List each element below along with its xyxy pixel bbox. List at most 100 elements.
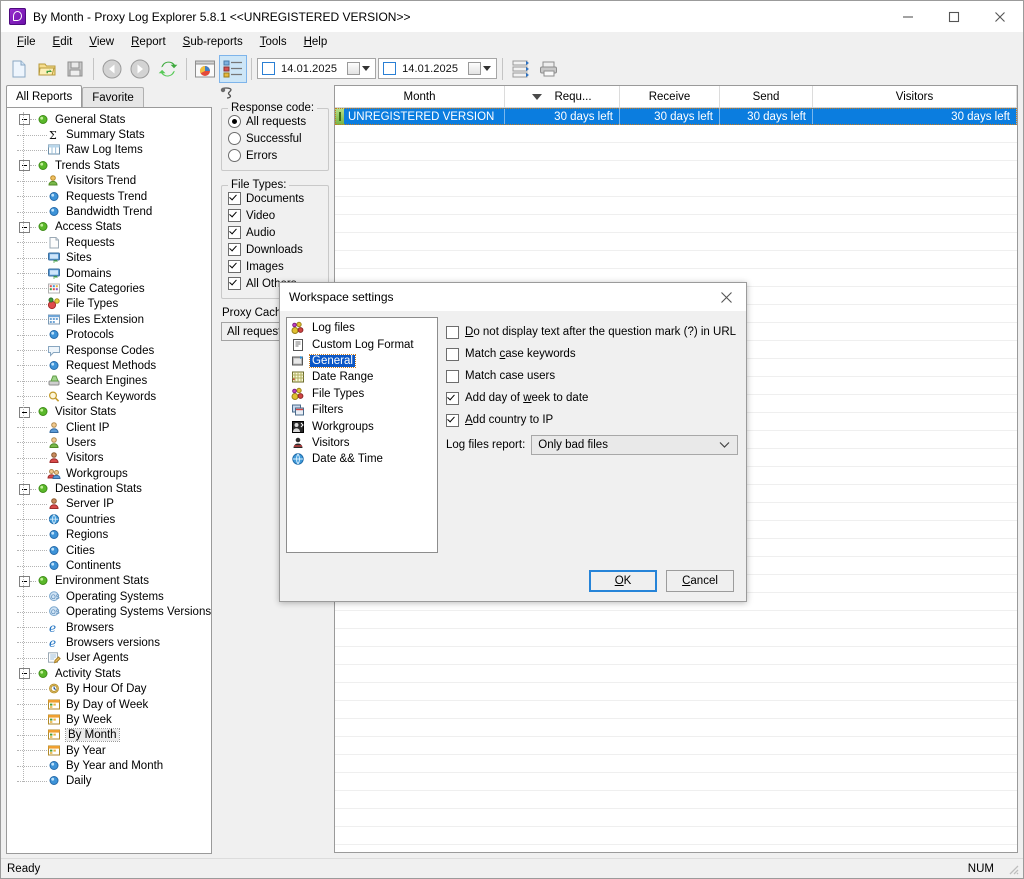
menu-help[interactable]: Help [296, 34, 337, 51]
option-match-case-keywords[interactable]: Match case keywords [446, 343, 738, 365]
checkbox-documents[interactable]: Documents [228, 190, 322, 207]
dialog-category-visitors[interactable]: Visitors [287, 435, 437, 451]
sidebar-item-visitors-trend[interactable]: Visitors Trend [7, 174, 211, 189]
sidebar-item-visitor-stats[interactable]: Visitor Stats [7, 404, 211, 419]
chart-button[interactable] [191, 55, 219, 83]
radio-icon-errors[interactable] [228, 149, 241, 162]
checkbox-icon-hide-query-string[interactable] [446, 325, 459, 339]
dialog-category-log-files[interactable]: Log files [287, 320, 437, 336]
cancel-button[interactable]: Cancel [666, 570, 734, 592]
tab-favorite[interactable]: Favorite [82, 87, 144, 107]
menu-edit[interactable]: Edit [45, 34, 82, 51]
expander-icon[interactable] [19, 406, 30, 418]
radio-all-requests[interactable]: All requests [228, 113, 322, 130]
checkbox-icon-match-case-users[interactable] [446, 369, 459, 383]
menu-file[interactable]: File [9, 34, 45, 51]
sidebar-item-browsers-versions[interactable]: e Browsers versions [7, 635, 211, 650]
dialog-category-general[interactable]: General [287, 353, 437, 369]
sidebar-item-trends-stats[interactable]: Trends Stats [7, 158, 211, 173]
sidebar-item-sites[interactable]: Sites [7, 251, 211, 266]
date-to-checkbox[interactable] [383, 62, 397, 75]
checkbox-icon-documents[interactable] [228, 192, 241, 205]
close-button[interactable] [977, 1, 1023, 32]
sidebar-item-request-methods[interactable]: Request Methods [7, 358, 211, 373]
checkbox-video[interactable]: Video [228, 207, 322, 224]
table-header-send[interactable]: Send [720, 86, 813, 107]
grid-button[interactable] [507, 55, 535, 83]
option-add-country-to-ip[interactable]: Add country to IP [446, 409, 738, 431]
date-from-spin-icon[interactable] [347, 62, 361, 75]
expander-icon[interactable] [19, 160, 30, 172]
dialog-category-filters[interactable]: Filters [287, 402, 437, 418]
sidebar-item-user-agents[interactable]: User Agents [7, 651, 211, 666]
report-tree[interactable]: General Stats Σ Summary Stats Raw Log Items… [6, 107, 212, 854]
sidebar-item-continents[interactable]: Continents [7, 558, 211, 573]
sidebar-item-by-day-of-week[interactable]: By Day of Week [7, 697, 211, 712]
sidebar-item-protocols[interactable]: Protocols [7, 327, 211, 342]
dialog-category-file-types[interactable]: File Types [287, 386, 437, 402]
list-view-button[interactable] [219, 54, 247, 83]
tab-all-reports[interactable]: All Reports [6, 85, 83, 107]
menu-sub-reports[interactable]: Sub-reports [175, 34, 252, 51]
sidebar-item-domains[interactable]: Domains [7, 266, 211, 281]
sidebar-item-countries[interactable]: Countries [7, 512, 211, 527]
sidebar-item-search-engines[interactable]: Search Engines [7, 374, 211, 389]
checkbox-downloads[interactable]: Downloads [228, 241, 322, 258]
sidebar-item-destination-stats[interactable]: Destination Stats [7, 481, 211, 496]
sidebar-item-users[interactable]: Users [7, 435, 211, 450]
checkbox-icon-downloads[interactable] [228, 243, 241, 256]
checkbox-icon-add-day-of-week[interactable] [446, 391, 459, 405]
sidebar-item-workgroups[interactable]: Workgroups [7, 466, 211, 481]
table-header-visitors[interactable]: Visitors [813, 86, 1017, 107]
expander-icon[interactable] [19, 483, 30, 495]
sidebar-item-daily[interactable]: Daily [7, 774, 211, 789]
radio-icon-successful[interactable] [228, 132, 241, 145]
back-button[interactable] [98, 55, 126, 83]
resize-grip-icon[interactable] [1006, 862, 1020, 876]
checkbox-icon-images[interactable] [228, 260, 241, 273]
ok-button[interactable]: OK [589, 570, 657, 592]
chevron-down-icon-2[interactable] [483, 66, 492, 71]
table-header-month[interactable]: Month [335, 86, 505, 107]
option-match-case-users[interactable]: Match case users [446, 365, 738, 387]
checkbox-icon-video[interactable] [228, 209, 241, 222]
save-button[interactable] [61, 55, 89, 83]
option-add-day-of-week[interactable]: Add day of week to date [446, 387, 738, 409]
table-header-requ-[interactable]: Requ... [505, 86, 620, 107]
print-button[interactable] [535, 55, 563, 83]
checkbox-audio[interactable]: Audio [228, 224, 322, 241]
sidebar-item-files-extension[interactable]: Files Extension [7, 312, 211, 327]
expander-icon[interactable] [19, 668, 30, 680]
table-header-receive[interactable]: Receive [620, 86, 720, 107]
dialog-category-custom-log-format[interactable]: Custom Log Format [287, 336, 437, 352]
sidebar-item-regions[interactable]: Regions [7, 528, 211, 543]
checkbox-images[interactable]: Images [228, 258, 322, 275]
sidebar-item-bandwidth-trend[interactable]: Bandwidth Trend [7, 204, 211, 219]
sidebar-item-activity-stats[interactable]: Activity Stats [7, 666, 211, 681]
sidebar-item-response-codes[interactable]: Response Codes [7, 343, 211, 358]
menu-report[interactable]: Report [123, 34, 175, 51]
sidebar-item-operating-systems-versions[interactable]: OS Operating Systems Versions [7, 605, 211, 620]
chevron-down-icon[interactable] [362, 66, 371, 71]
log-files-report-combo[interactable]: Only bad files [531, 435, 738, 455]
dialog-category-workgroups[interactable]: Workgroups [287, 418, 437, 434]
dialog-category-date-time[interactable]: Date && Time [287, 451, 437, 467]
sidebar-item-client-ip[interactable]: Client IP [7, 420, 211, 435]
table-row[interactable]: UNREGISTERED VERSION 30 days left 30 days … [335, 108, 1017, 125]
refresh-button[interactable] [154, 55, 182, 83]
maximize-button[interactable] [931, 1, 977, 32]
sidebar-item-cities[interactable]: Cities [7, 543, 211, 558]
sidebar-item-visitors[interactable]: Visitors [7, 451, 211, 466]
date-from-field[interactable]: 14.01.2025 [257, 58, 377, 79]
sidebar-item-requests[interactable]: Requests [7, 235, 211, 250]
menu-tools[interactable]: Tools [252, 34, 296, 51]
sidebar-item-site-categories[interactable]: Site Categories [7, 281, 211, 296]
sidebar-item-access-stats[interactable]: Access Stats [7, 220, 211, 235]
date-from-checkbox[interactable] [262, 62, 275, 75]
expander-icon[interactable] [19, 221, 30, 233]
checkbox-icon-all-others[interactable] [228, 277, 241, 290]
checkbox-icon-match-case-keywords[interactable] [446, 347, 459, 361]
menu-view[interactable]: View [81, 34, 123, 51]
sidebar-item-by-week[interactable]: By Week [7, 712, 211, 727]
expander-icon[interactable] [19, 575, 30, 587]
